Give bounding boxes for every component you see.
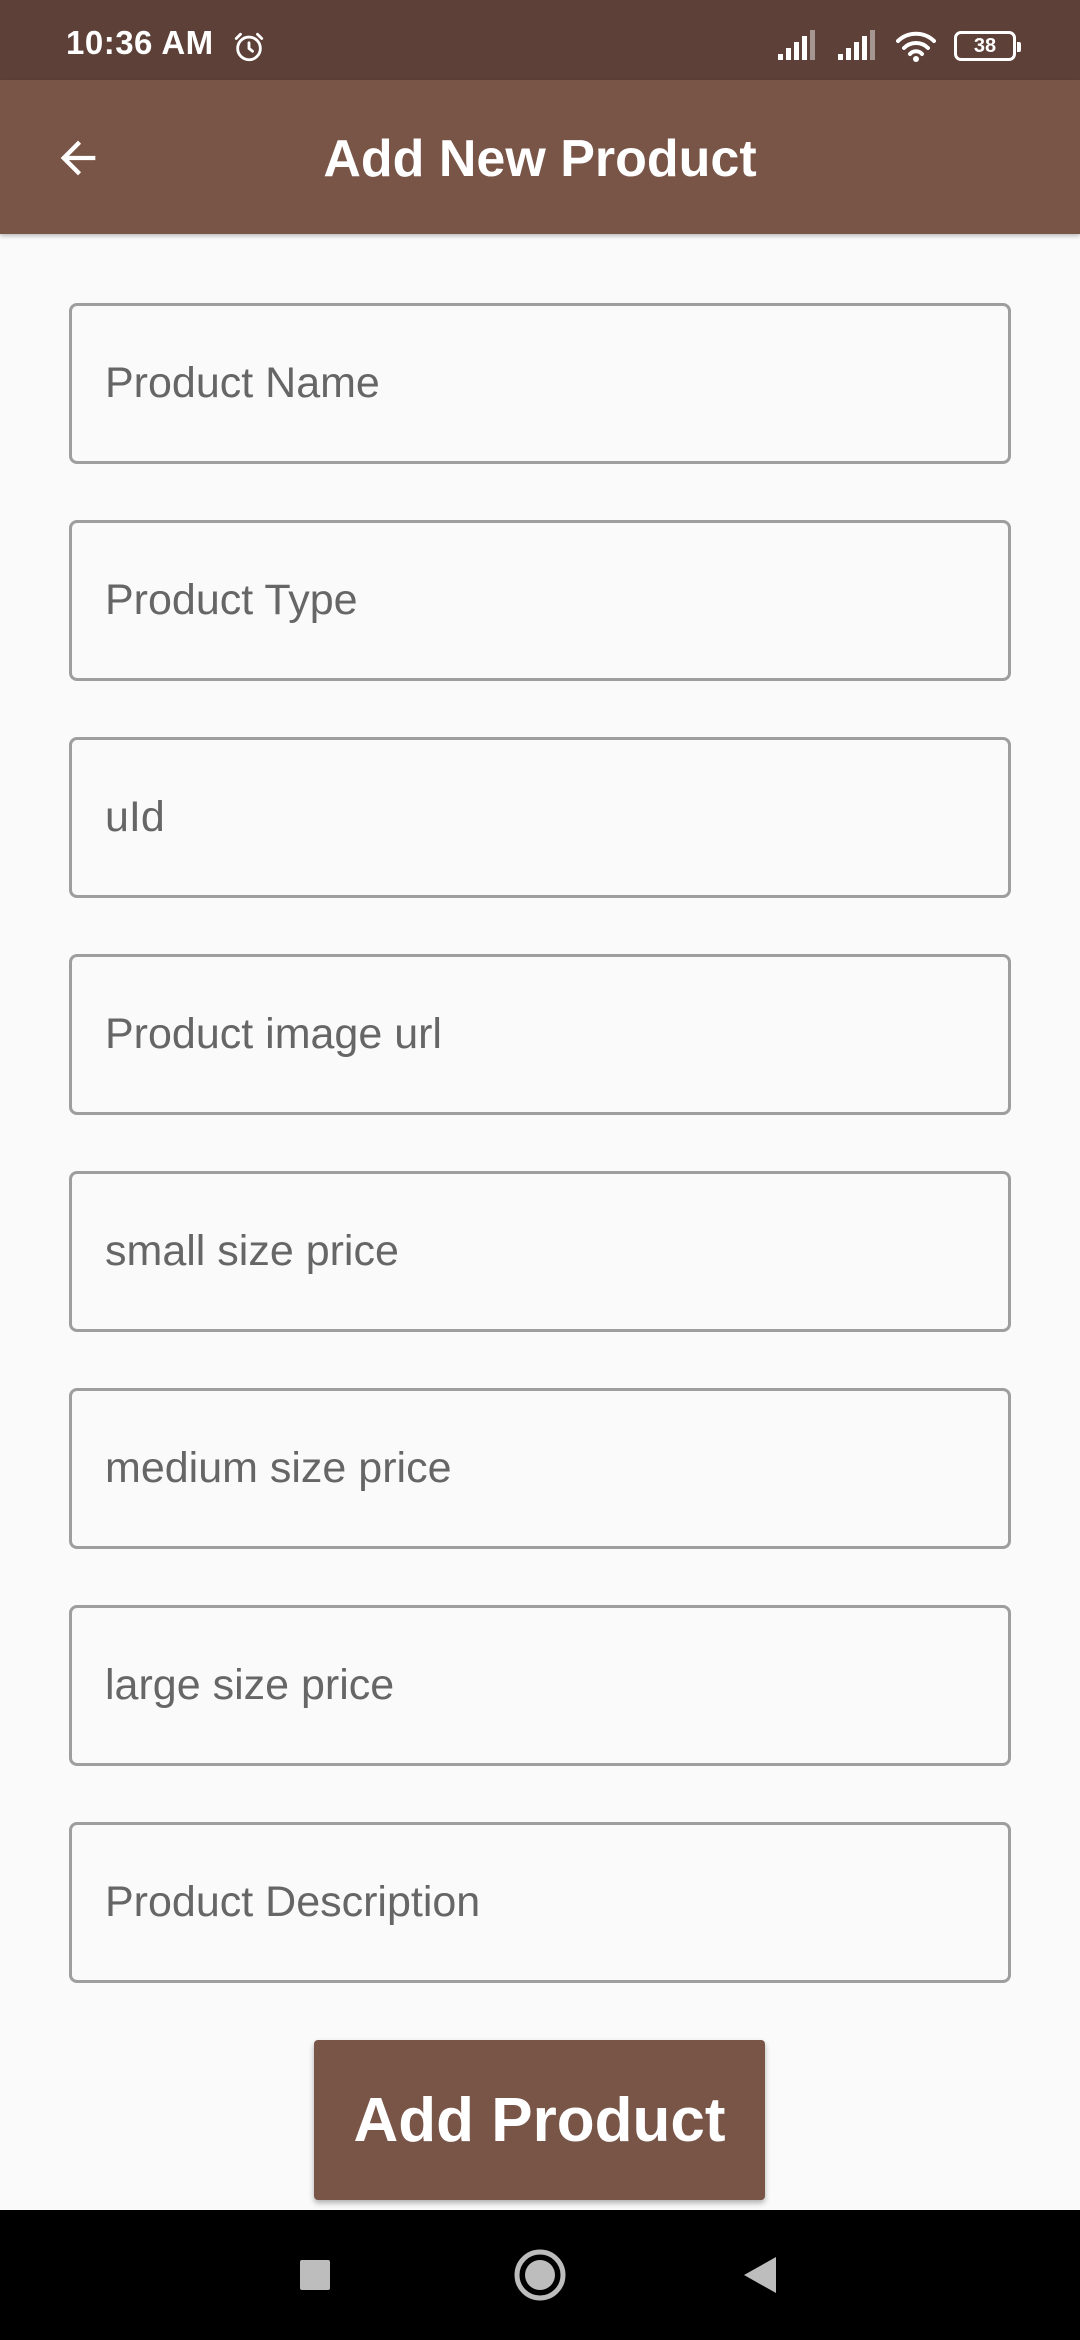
alarm-clock-icon	[234, 32, 264, 62]
medium-size-price-input[interactable]	[103, 1443, 1008, 1494]
product-image-url-field[interactable]	[69, 954, 1011, 1115]
product-type-input[interactable]	[103, 575, 1008, 626]
product-name-field[interactable]	[69, 303, 1011, 464]
status-time: 10:36 AM	[66, 24, 214, 61]
battery-level: 38	[973, 35, 997, 57]
product-type-field[interactable]	[69, 520, 1011, 681]
small-size-price-input[interactable]	[103, 1226, 1008, 1277]
uid-input[interactable]	[103, 792, 1008, 843]
product-description-input[interactable]	[103, 1877, 1008, 1928]
back-icon	[744, 2257, 776, 2293]
status-icons: 38	[776, 28, 1021, 64]
wifi-icon	[896, 31, 936, 62]
home-button[interactable]	[505, 2240, 575, 2310]
home-icon	[514, 2249, 566, 2301]
signal-icon	[778, 30, 815, 60]
signal-icon	[838, 30, 875, 60]
uid-field[interactable]	[69, 737, 1011, 898]
large-size-price-field[interactable]	[69, 1605, 1011, 1766]
small-size-price-field[interactable]	[69, 1171, 1011, 1332]
screen: 10:36 AM 38 Add New Product Product Name…	[0, 0, 1080, 2340]
battery-icon: 38	[954, 31, 1021, 61]
product-image-url-input[interactable]	[103, 1009, 1008, 1060]
status-bar: 10:36 AM 38	[0, 0, 1080, 80]
product-form	[69, 303, 1011, 2039]
product-description-field[interactable]	[69, 1822, 1011, 1983]
add-product-button[interactable]: Add Product	[314, 2040, 765, 2200]
navigation-bar	[0, 2210, 1080, 2340]
recent-apps-button[interactable]	[280, 2240, 350, 2310]
page-title: Add New Product	[323, 130, 757, 188]
app-bar: Add New Product	[0, 80, 1080, 234]
nav-back-button[interactable]	[725, 2240, 795, 2310]
medium-size-price-field[interactable]	[69, 1388, 1011, 1549]
large-size-price-input[interactable]	[103, 1660, 1008, 1711]
recent-apps-icon	[300, 2260, 330, 2290]
product-name-input[interactable]	[103, 358, 1008, 409]
